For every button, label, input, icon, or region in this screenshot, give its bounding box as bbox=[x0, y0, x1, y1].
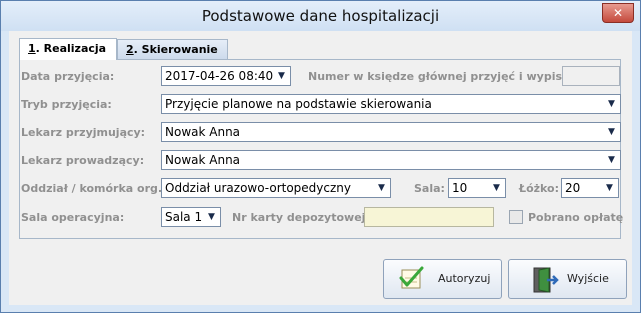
lekarz-prowadzacy-value: Nowak Anna bbox=[165, 153, 241, 167]
sala-operacyjna-select[interactable]: Sala 1 ▼ bbox=[161, 207, 221, 227]
lozko-label: Łóżko: bbox=[519, 182, 559, 195]
dialog-client-area: 2. Skierowanie 1. Realizacja Data przyję… bbox=[9, 31, 632, 305]
check-document-icon bbox=[398, 266, 426, 295]
chevron-down-icon[interactable]: ▼ bbox=[604, 124, 619, 140]
data-przyjecia-field[interactable]: 2017-04-26 08:40 ▼ bbox=[161, 66, 291, 86]
tab-realizacja-label: . Realizacja bbox=[35, 42, 107, 55]
tryb-przyjecia-label: Tryb przyjęcia: bbox=[21, 98, 112, 111]
lekarz-prowadzacy-select[interactable]: Nowak Anna ▼ bbox=[161, 150, 621, 170]
sala-operacyjna-label: Sala operacyjna: bbox=[21, 211, 125, 224]
chevron-down-icon[interactable]: ▼ bbox=[374, 180, 389, 196]
tryb-przyjecia-select[interactable]: Przyjęcie planowe na podstawie skierowan… bbox=[161, 94, 621, 114]
chevron-down-icon[interactable]: ▼ bbox=[604, 96, 619, 112]
sala-operacyjna-value: Sala 1 bbox=[165, 210, 203, 224]
dialog-window: Podstawowe dane hospitalizacji ✕ 2. Skie… bbox=[0, 0, 641, 313]
wyjscie-label: Wyjście bbox=[567, 272, 609, 285]
nr-karty-input[interactable] bbox=[364, 207, 494, 227]
pobrano-oplate-label: Pobrano opłatę bbox=[528, 211, 624, 224]
tab-realizacja-key: 1 bbox=[28, 42, 36, 55]
sala-select[interactable]: 10 ▼ bbox=[448, 178, 506, 198]
tryb-przyjecia-value: Przyjęcie planowe na podstawie skierowan… bbox=[165, 97, 432, 111]
oddzial-label: Oddział / komórka org.: bbox=[21, 182, 167, 195]
data-przyjecia-value: 2017-04-26 08:40 bbox=[165, 69, 274, 83]
pobrano-oplate-checkbox[interactable] bbox=[509, 210, 523, 224]
oddzial-value: Oddział urazowo-ortopedyczny bbox=[165, 181, 351, 195]
window-title: Podstawowe dane hospitalizacji bbox=[201, 7, 440, 25]
lekarz-przyjmujacy-value: Nowak Anna bbox=[165, 125, 241, 139]
lozko-select[interactable]: 20 ▼ bbox=[561, 178, 619, 198]
data-przyjecia-label: Data przyjęcia: bbox=[21, 70, 115, 83]
sala-value: 10 bbox=[452, 181, 468, 195]
autoryzuj-button[interactable]: Autoryzuj bbox=[383, 259, 502, 299]
tab-skierowanie-key: 2 bbox=[126, 43, 134, 56]
chevron-down-icon[interactable]: ▼ bbox=[204, 209, 219, 225]
exit-door-icon bbox=[531, 266, 559, 297]
oddzial-select[interactable]: Oddział urazowo-ortopedyczny ▼ bbox=[161, 178, 391, 198]
numer-ksiegi-field[interactable] bbox=[562, 66, 620, 86]
chevron-down-icon[interactable]: ▼ bbox=[602, 180, 617, 196]
close-button[interactable]: ✕ bbox=[602, 3, 634, 23]
tab-skierowanie-label: . Skierowanie bbox=[133, 43, 218, 56]
numer-ksiegi-label: Numer w księdze głównej przyjęć i wypisó… bbox=[308, 70, 585, 83]
tab-skierowanie[interactable]: 2. Skierowanie bbox=[117, 39, 228, 59]
tab-panel-realizacja: Data przyjęcia: 2017-04-26 08:40 ▼ Numer… bbox=[19, 59, 624, 239]
title-bar[interactable]: Podstawowe dane hospitalizacji ✕ bbox=[1, 1, 640, 31]
sala-label: Sala: bbox=[414, 182, 445, 195]
chevron-down-icon[interactable]: ▼ bbox=[489, 180, 504, 196]
lozko-value: 20 bbox=[565, 181, 581, 195]
nr-karty-label: Nr karty depozytowej: bbox=[232, 211, 370, 224]
autoryzuj-label: Autoryzuj bbox=[438, 272, 491, 285]
lekarz-prowadzacy-label: Lekarz prowadzący: bbox=[21, 154, 145, 167]
wyjscie-button[interactable]: Wyjście bbox=[508, 259, 627, 299]
lekarz-przyjmujacy-label: Lekarz przyjmujący: bbox=[21, 126, 146, 139]
lekarz-przyjmujacy-select[interactable]: Nowak Anna ▼ bbox=[161, 122, 621, 142]
chevron-down-icon[interactable]: ▼ bbox=[274, 68, 289, 84]
tab-realizacja[interactable]: 1. Realizacja bbox=[19, 38, 117, 60]
chevron-down-icon[interactable]: ▼ bbox=[604, 152, 619, 168]
